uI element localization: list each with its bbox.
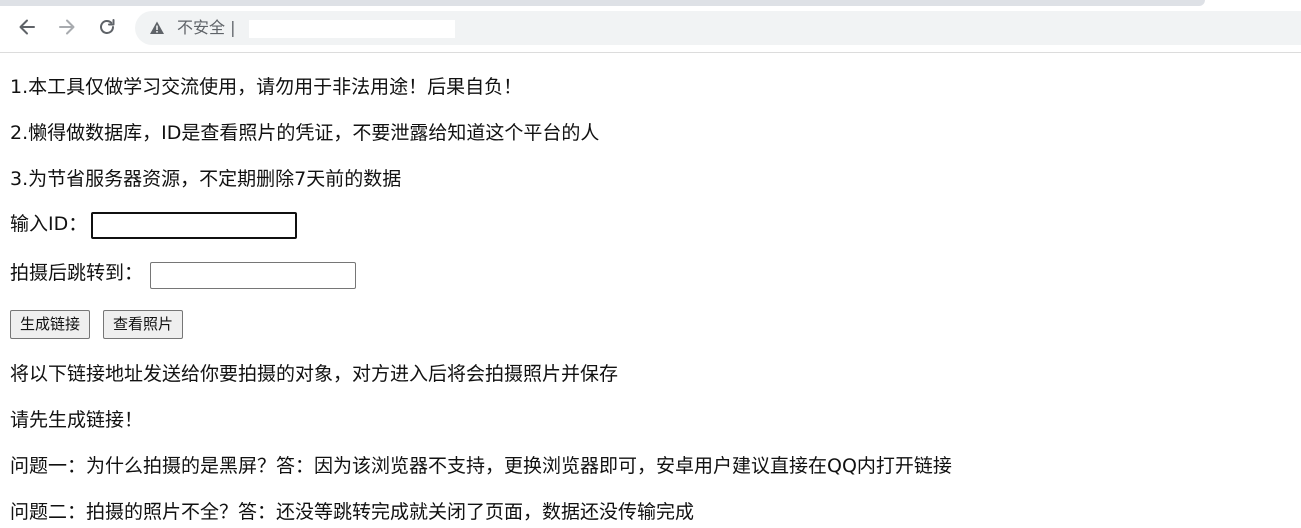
- security-status-label[interactable]: 不安全 |: [177, 18, 235, 38]
- id-input[interactable]: [91, 212, 297, 239]
- id-field-row: 输入ID：: [10, 212, 310, 240]
- generated-link-placeholder: 请先生成链接！: [10, 409, 144, 431]
- notice-line-2: 2.懒得做数据库，ID是查看照片的凭证，不要泄露给知道这个平台的人: [10, 122, 600, 144]
- notice-line-1: 1.本工具仅做学习交流使用，请勿用于非法用途！后果自负！: [10, 76, 523, 98]
- back-button[interactable]: [15, 15, 39, 39]
- warning-triangle-icon[interactable]: [149, 20, 165, 36]
- address-bar[interactable]: 不安全 |: [135, 11, 1301, 45]
- link-instruction: 将以下链接地址发送给你要拍摄的对象，对方进入后将会拍摄照片并保存: [10, 363, 619, 385]
- generate-link-button[interactable]: 生成链接: [10, 310, 91, 339]
- browser-toolbar: 不安全 |: [0, 0, 1301, 53]
- action-buttons: 生成链接 查看照片: [10, 310, 210, 340]
- reload-icon: [100, 19, 115, 34]
- url-text-redacted[interactable]: [249, 20, 455, 38]
- view-photo-button[interactable]: 查看照片: [103, 310, 184, 339]
- reload-button[interactable]: [95, 15, 119, 39]
- redirect-url-input[interactable]: [150, 262, 356, 289]
- forward-button[interactable]: [55, 15, 79, 39]
- faq-question-1: 问题一：为什么拍摄的是黑屏？答：因为该浏览器不支持，更换浏览器即可，安卓用户建议…: [10, 455, 952, 477]
- arrow-right-icon: [59, 19, 75, 35]
- tab-strip-edge: [0, 0, 1205, 6]
- notice-line-3: 3.为节省服务器资源，不定期删除7天前的数据: [10, 168, 402, 190]
- arrow-left-icon: [19, 19, 35, 35]
- redirect-label: 拍摄后跳转到：: [10, 262, 144, 284]
- id-label: 输入ID：: [10, 213, 88, 235]
- redirect-field-row: 拍摄后跳转到：: [10, 261, 370, 289]
- faq-question-2: 问题二：拍摄的照片不全？答：还没等跳转完成就关闭了页面，数据还没传输完成: [10, 501, 695, 523]
